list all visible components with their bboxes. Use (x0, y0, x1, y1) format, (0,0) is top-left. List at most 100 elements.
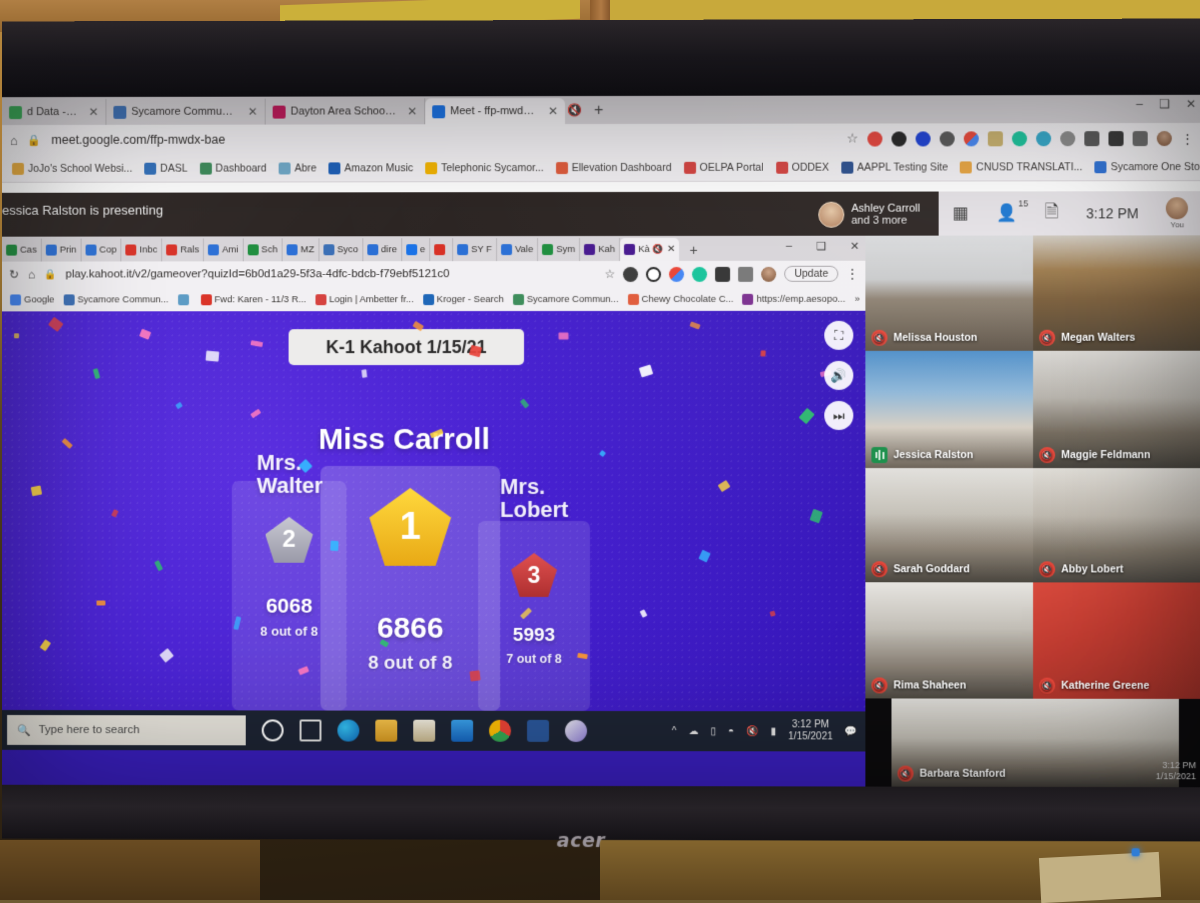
cast-icon[interactable] (1133, 131, 1148, 146)
paint-icon[interactable] (565, 720, 587, 742)
update-button[interactable]: Update (784, 266, 838, 282)
screen-icon[interactable] (1060, 131, 1075, 146)
apps-grid-icon[interactable] (964, 131, 979, 146)
menu-dots-icon[interactable]: ⋮ (1181, 130, 1194, 145)
inner-bookmarks-overflow[interactable]: » (852, 292, 863, 305)
close-icon[interactable]: ✕ (401, 104, 417, 118)
network-icon[interactable]: ◓ (728, 726, 734, 737)
inner-tab-4[interactable]: Rals (162, 238, 204, 261)
opera-icon[interactable] (867, 131, 882, 146)
inner-bookmark-2[interactable] (175, 293, 195, 306)
participant-tile[interactable]: 🔇Melissa Houston (865, 236, 1033, 351)
bookmark-1[interactable]: DASL (140, 160, 191, 176)
close-button[interactable]: ✕ (1186, 97, 1196, 111)
inner-bookmark-7[interactable]: Chewy Chocolate C... (625, 292, 737, 305)
kahoot-player-controls[interactable]: ⛶ 🔊 ⏭ (824, 321, 853, 430)
outer-tab-strip[interactable]: d Data - Google Drive✕Sycamore Community… (2, 95, 1200, 125)
minimize-button[interactable]: – (1136, 97, 1143, 111)
participant-tile[interactable]: 🔇Barbara Stanford (891, 698, 1178, 787)
outer-bookmarks-bar[interactable]: JoJo's School Websi...DASLDashboardAbreA… (2, 153, 1200, 183)
close-icon[interactable]: ✕ (667, 244, 675, 255)
people-icon[interactable]: 👤15 (996, 203, 1017, 223)
inner-tab-strip[interactable]: CasPrinCopInbcRalsAmiSchMZSycodireeSY FV… (2, 236, 865, 262)
notification-icon[interactable]: 💬 (845, 726, 857, 737)
inner-bookmark-8[interactable]: https://emp.aesopo... (740, 292, 849, 305)
volume-mute-icon[interactable]: 🔇 (746, 726, 758, 737)
inner-bookmark-5[interactable]: Kroger - Search (420, 293, 507, 306)
outer-tab-1[interactable]: Sycamore Community Schools -✕ (106, 99, 265, 125)
home-icon[interactable]: ⌂ (10, 133, 18, 148)
onedrive-icon[interactable]: ☁ (689, 726, 699, 737)
maximize-button[interactable]: ❑ (1159, 97, 1170, 111)
inner-bookmark-3[interactable]: Fwd: Karen - 11/3 R... (197, 293, 309, 306)
grid-layout-icon[interactable]: ▦ (952, 204, 968, 224)
participant-tile[interactable]: 🔇Maggie Feldmann (1033, 351, 1200, 468)
battery-icon[interactable]: ▮ (771, 726, 777, 737)
adblock-icon[interactable] (891, 131, 906, 146)
bookmark-7[interactable]: OELPA Portal (680, 159, 768, 175)
inner-tab-15[interactable]: Kah (580, 238, 620, 261)
reload-icon[interactable]: ↻ (9, 268, 19, 282)
inner-tab-3[interactable]: Inbc (122, 238, 163, 261)
cortana-icon[interactable] (262, 719, 284, 741)
edge-icon[interactable] (337, 720, 359, 742)
outer-tab-0[interactable]: d Data - Google Drive✕ (2, 99, 106, 125)
inner-toolbar-icons[interactable]: ☆ Update ⋮ (604, 266, 858, 282)
microsoft-store-icon[interactable] (413, 720, 435, 742)
outer-tab-3[interactable]: Meet - ffp-mwdx-bae✕ (425, 98, 565, 124)
chat-icon[interactable]: 🗎 (1045, 199, 1059, 228)
meet-you-chip[interactable]: You (1166, 197, 1188, 229)
bookmark-6[interactable]: Ellevation Dashboard (552, 159, 676, 175)
participant-tile[interactable]: 🔇Sarah Goddard (865, 468, 1033, 582)
mail-icon[interactable] (451, 720, 473, 742)
cast-icon[interactable] (738, 266, 753, 281)
profile-avatar-icon[interactable] (761, 266, 776, 281)
outer-tab-2[interactable]: Dayton Area School Consortium✕ (266, 98, 426, 124)
file-explorer-icon[interactable] (375, 720, 397, 742)
profile-avatar-icon[interactable] (1157, 131, 1172, 146)
close-icon[interactable]: ✕ (83, 105, 99, 119)
inner-tab-1[interactable]: Prin (42, 239, 82, 262)
close-icon[interactable]: ✕ (242, 105, 258, 119)
bookmark-0[interactable]: JoJo's School Websi... (8, 160, 136, 176)
bookmark-2[interactable]: Dashboard (196, 160, 271, 176)
star-icon[interactable]: ☆ (847, 131, 859, 147)
inner-bookmarks-bar[interactable]: Google Sycamore Commun... Fwd: Karen - 11/… (2, 287, 865, 312)
bookmark-5[interactable]: Telephonic Sycamor... (421, 160, 548, 176)
show-hidden-icon[interactable]: ^ (672, 726, 677, 737)
inner-tab-12[interactable]: SY F (453, 238, 497, 261)
outer-url-text[interactable]: meet.google.com/ffp-mwdx-bae (51, 133, 225, 147)
inner-tab-10[interactable]: e (402, 238, 430, 261)
inner-bookmark-0[interactable]: Google (7, 293, 57, 306)
apps-grid-icon[interactable] (669, 266, 684, 281)
taskbar-app-icons[interactable] (262, 719, 587, 742)
outer-window-controls[interactable]: – ❑ ✕ (1136, 97, 1196, 111)
puzzle-icon[interactable] (1108, 131, 1123, 146)
maximize-button[interactable]: ❑ (816, 240, 826, 253)
menu-dots-icon[interactable]: ⋮ (846, 267, 858, 281)
skip-next-button[interactable]: ⏭ (824, 401, 853, 430)
grammarly-icon[interactable] (916, 131, 931, 146)
grammarly-green-icon[interactable] (1012, 131, 1027, 146)
volume-button[interactable]: 🔊 (824, 361, 853, 390)
participant-tile[interactable]: 🔇Katherine Greene (1033, 582, 1200, 699)
star-icon[interactable]: ☆ (604, 267, 615, 281)
bookmark-11[interactable]: Sycamore One Stop... (1091, 159, 1200, 175)
bookmark-10[interactable]: CNUSD TRANSLATI... (956, 159, 1086, 175)
meet-self-chip[interactable]: Ashley Carroll and 3 more (818, 196, 938, 234)
inner-tab-0[interactable]: Cas (2, 239, 42, 262)
chat-icon[interactable] (1036, 131, 1051, 146)
new-tab-button[interactable]: + (582, 98, 615, 124)
minimize-button[interactable]: – (786, 240, 792, 253)
bookmark-3[interactable]: Abre (275, 160, 321, 176)
tab-mute-icon[interactable]: 🔇 (561, 103, 582, 117)
pen-icon[interactable] (940, 131, 955, 146)
inner-tab-5[interactable]: Ami (204, 238, 243, 261)
inner-tab-9[interactable]: dire (363, 238, 402, 261)
home-icon[interactable]: ⌂ (28, 268, 35, 282)
inner-bookmark-6[interactable]: Sycamore Commun... (510, 292, 622, 305)
window-icon[interactable] (1084, 131, 1099, 146)
system-tray[interactable]: ^ ☁ ▯ ◓ 🔇 ▮ 3:12 PM 1/15/2021 💬 (672, 719, 866, 744)
chrome-icon[interactable] (489, 720, 511, 742)
speaker-mute-icon[interactable]: 🔇 (653, 244, 664, 255)
